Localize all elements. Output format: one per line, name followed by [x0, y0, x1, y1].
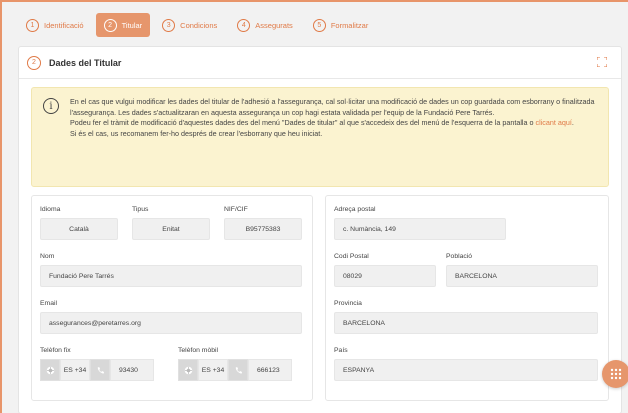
- nif-label: NIF/CIF: [224, 206, 248, 213]
- step-titular[interactable]: 2 Titular: [95, 13, 151, 37]
- nom-field[interactable]: Fundació Pere Tarrés: [40, 265, 302, 287]
- adreca-field[interactable]: c. Numància, 149: [334, 218, 506, 240]
- step-label: Titular: [121, 20, 143, 30]
- telefon-mobil-group: ES +34 666123: [178, 359, 292, 381]
- poblacio-field[interactable]: BARCELONA: [446, 265, 598, 287]
- telefon-fix-group: ES +34 93430: [40, 359, 154, 381]
- alert-paragraph-2-text: Podeu fer el tràmit de modificació d'aqu…: [70, 118, 536, 127]
- step-label: Condicions: [180, 20, 218, 30]
- alert-paragraph-3: Si és el cas, us recomanem fer-ho despré…: [70, 128, 323, 138]
- step-number: 2: [103, 18, 117, 32]
- pais-label: País: [334, 347, 348, 354]
- step-number: 1: [26, 18, 39, 32]
- nif-field[interactable]: B95775383: [224, 218, 302, 240]
- phone-icon: [90, 359, 110, 381]
- step-label: Assegurats: [255, 20, 293, 30]
- nom-label: Nom: [40, 253, 55, 260]
- titular-address-panel: Adreça postal c. Numància, 149 Codi Post…: [325, 195, 609, 401]
- clicant-aqui-link[interactable]: clicant aquí: [536, 118, 572, 127]
- alert-paragraph-2-end: .: [571, 118, 574, 127]
- alert-text: En el cas que vulgui modificar les dades…: [70, 97, 602, 139]
- phone-icon: [228, 359, 248, 381]
- globe-icon[interactable]: [178, 359, 198, 381]
- idioma-label: Idioma: [40, 206, 61, 213]
- card-header: 2 Dades del Titular: [19, 47, 621, 79]
- step-label: Formalitzar: [330, 20, 369, 30]
- apps-grid-button[interactable]: [602, 360, 628, 388]
- step-assegurats[interactable]: 4 Assegurats: [229, 13, 301, 37]
- adreca-label: Adreça postal: [334, 206, 376, 213]
- step-condicions[interactable]: 3 Condicions: [154, 13, 225, 37]
- expand-icon[interactable]: [597, 57, 607, 67]
- step-number: 3: [162, 18, 176, 32]
- globe-icon[interactable]: [40, 359, 60, 381]
- email-label: Email: [40, 300, 57, 307]
- step-number: 5: [312, 18, 326, 32]
- telefon-mobil-prefix[interactable]: ES +34: [198, 359, 228, 381]
- card-step-number: 2: [27, 55, 41, 70]
- step-formalitzar[interactable]: 5 Formalitzar: [305, 13, 377, 37]
- telefon-fix-label: Telèfon fix: [40, 347, 71, 354]
- provincia-field[interactable]: BARCELONA: [334, 312, 598, 334]
- card-title: Dades del Titular: [49, 57, 122, 68]
- telefon-mobil-field[interactable]: 666123: [248, 359, 292, 381]
- alert-paragraph-1: En el cas que vulgui modificar les dades…: [70, 97, 595, 117]
- codi-postal-label: Codi Postal: [334, 253, 369, 260]
- apps-grid-icon: [610, 368, 622, 380]
- wizard-steps: 1 Identificació 2 Titular 3 Condicions 4…: [18, 12, 380, 38]
- email-field[interactable]: assegurances@peretarres.org: [40, 312, 302, 334]
- telefon-fix-prefix[interactable]: ES +34: [60, 359, 90, 381]
- provincia-label: Provincia: [334, 300, 362, 307]
- info-alert: i En el cas que vulgui modificar les dad…: [31, 87, 609, 187]
- step-number: 4: [237, 18, 251, 32]
- telefon-fix-field[interactable]: 93430: [110, 359, 154, 381]
- titular-personal-panel: Idioma Català Tipus Enitat NIF/CIF B9577…: [31, 195, 313, 401]
- idioma-field[interactable]: Català: [40, 218, 118, 240]
- info-icon: i: [43, 98, 59, 114]
- alert-paragraph-2: Podeu fer el tràmit de modificació d'aqu…: [70, 118, 602, 129]
- poblacio-label: Població: [446, 253, 473, 260]
- titular-card: 2 Dades del Titular i En el cas que vulg…: [18, 46, 622, 413]
- pais-field[interactable]: ESPANYA: [334, 359, 598, 381]
- step-identificacio[interactable]: 1 Identificació: [18, 13, 92, 37]
- app-frame: 1 Identificació 2 Titular 3 Condicions 4…: [0, 0, 628, 413]
- telefon-mobil-label: Telèfon mòbil: [178, 347, 219, 354]
- step-label: Identificació: [44, 20, 84, 30]
- tipus-field[interactable]: Enitat: [132, 218, 210, 240]
- tipus-label: Tipus: [132, 206, 149, 213]
- codi-postal-field[interactable]: 08029: [334, 265, 436, 287]
